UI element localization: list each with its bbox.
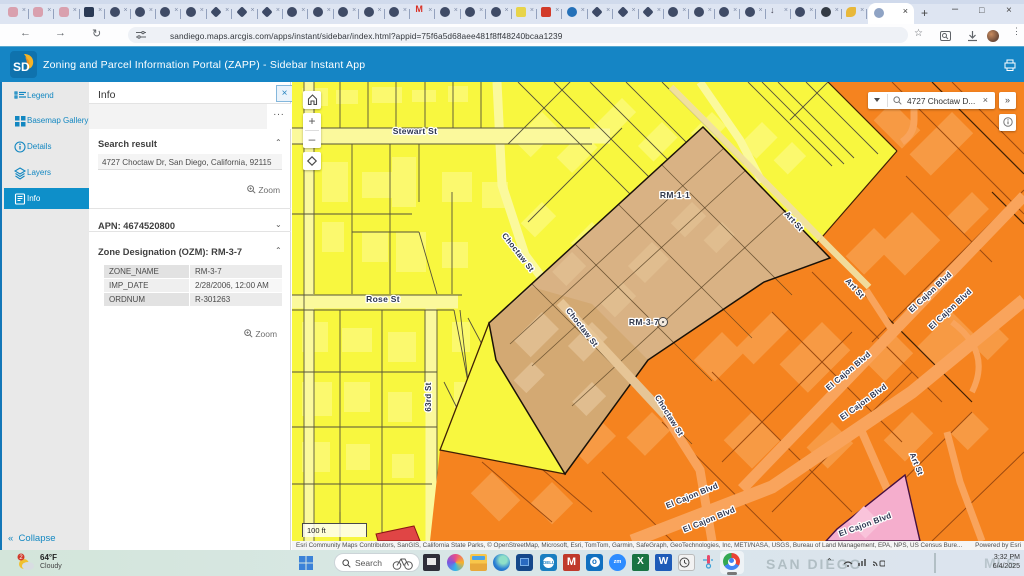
- svg-text:Stewart St: Stewart St: [393, 126, 438, 136]
- svg-text:RM-1-1: RM-1-1: [660, 190, 690, 200]
- svg-text:63rd St: 63rd St: [424, 382, 433, 411]
- svg-text:SD: SD: [13, 60, 30, 74]
- svg-text:Rose St: Rose St: [366, 294, 400, 304]
- svg-text:RM-3-7: RM-3-7: [629, 317, 659, 327]
